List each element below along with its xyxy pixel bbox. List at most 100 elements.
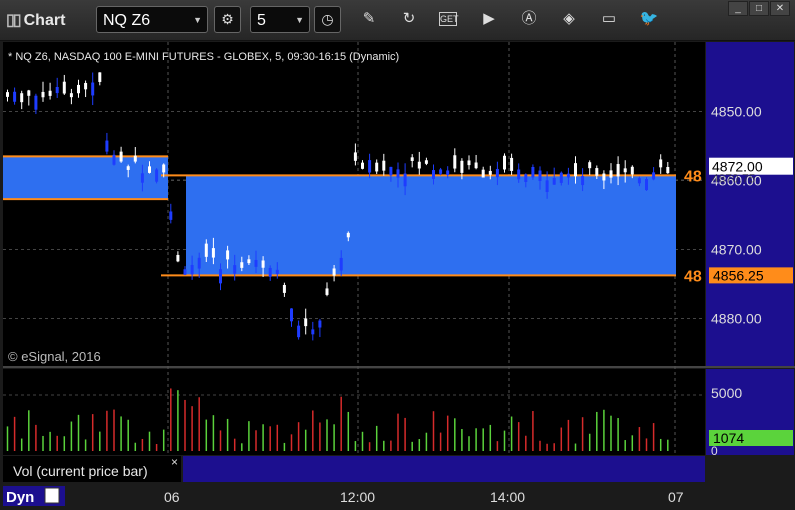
candle-body[interactable] [169,211,173,220]
candle-body[interactable] [488,170,492,175]
candle-body[interactable] [403,173,407,187]
candle-body[interactable] [304,318,308,327]
candle-body[interactable] [510,157,514,171]
candle-body[interactable] [91,82,95,96]
candle-body[interactable] [481,169,485,178]
candle-body[interactable] [439,169,443,174]
candle-body[interactable] [417,161,421,169]
supply-zone-2[interactable] [186,175,676,276]
candle-body[interactable] [77,84,80,94]
candle-body[interactable] [609,170,613,178]
candle-body[interactable] [275,269,279,274]
candle-body[interactable] [211,248,215,258]
candle-body[interactable] [623,168,627,173]
candle-body[interactable] [389,166,393,176]
candle-body[interactable] [446,170,450,176]
candle-body[interactable] [41,91,45,98]
candle-body[interactable] [659,159,663,168]
candle-body[interactable] [602,173,606,181]
candle-body[interactable] [247,259,251,264]
candle-body[interactable] [84,82,88,90]
candle-body[interactable] [219,269,222,284]
candle-body[interactable] [105,140,109,152]
candle-body[interactable] [148,166,151,173]
lock-icon[interactable] [44,487,60,504]
candle-body[interactable] [311,329,315,335]
candle-body[interactable] [133,155,137,162]
candle-body[interactable] [98,72,102,82]
candle-body[interactable] [346,232,350,238]
candle-body[interactable] [453,155,457,169]
candle-body[interactable] [6,92,9,97]
candle-body[interactable] [574,163,577,177]
candle-body[interactable] [55,86,59,94]
candle-body[interactable] [375,162,379,172]
candle-body[interactable] [48,90,52,96]
candle-body[interactable] [566,173,570,178]
candle-body[interactable] [233,265,237,274]
candle-body[interactable] [432,170,435,179]
candle-body[interactable] [197,257,201,269]
candle-body[interactable] [595,168,599,176]
candle-body[interactable] [325,288,329,295]
candle-body[interactable] [155,169,159,182]
candle-body[interactable] [538,170,542,181]
candle-body[interactable] [368,160,372,173]
candle-body[interactable] [581,176,585,186]
candle-body[interactable] [339,257,343,271]
candle-body[interactable] [531,166,535,178]
candle-body[interactable] [630,166,634,175]
candle-body[interactable] [290,308,293,322]
candle-body[interactable] [517,169,521,180]
candle-body[interactable] [204,243,208,257]
candle-body[interactable] [652,172,656,180]
candle-body[interactable] [410,157,414,161]
candle-body[interactable] [282,284,286,293]
candle-body[interactable] [140,173,144,183]
candle-body[interactable] [616,164,620,177]
candle-body[interactable] [20,93,24,103]
candle-body[interactable] [162,164,166,173]
candle-body[interactable] [353,152,357,161]
chart-canvas[interactable]: 4880.004870.004860.004850.00* NQ Z6, NAS… [0,0,795,510]
candle-body[interactable] [524,174,528,182]
candle-body[interactable] [318,320,322,328]
candle-body[interactable] [34,95,38,110]
close-icon[interactable]: × [171,455,178,469]
candle-body[interactable] [119,151,123,162]
candle-body[interactable] [254,259,258,267]
candle-body[interactable] [645,179,648,191]
candle-body[interactable] [460,160,464,173]
candle-body[interactable] [176,254,180,262]
candle-body[interactable] [666,166,670,174]
candle-body[interactable] [382,160,386,171]
candle-body[interactable] [588,162,592,169]
volume-panel[interactable] [3,369,705,455]
candle-body[interactable] [112,154,116,165]
candle-body[interactable] [637,178,641,184]
candle-body[interactable] [261,260,265,268]
candle-body[interactable] [126,166,130,170]
candle-body[interactable] [190,264,194,275]
candle-body[interactable] [27,90,31,96]
candle-body[interactable] [332,268,336,276]
candle-body[interactable] [69,93,73,98]
candle-body[interactable] [545,180,549,193]
candle-body[interactable] [559,172,563,183]
candle-body[interactable] [503,155,506,170]
candle-body[interactable] [240,262,244,268]
candle-body[interactable] [13,91,17,102]
candle-body[interactable] [62,81,66,94]
candle-body[interactable] [552,177,556,185]
candle-body[interactable] [424,160,428,164]
candle-body[interactable] [226,250,230,260]
candle-body[interactable] [297,325,301,338]
candle-body[interactable] [268,267,272,277]
candle-body[interactable] [474,162,478,169]
dyn-label[interactable]: Dyn [6,489,34,506]
candle-body[interactable] [183,269,187,275]
candle-body[interactable] [495,168,499,178]
candle-body[interactable] [396,169,400,178]
candle-body[interactable] [467,160,471,166]
candle-body[interactable] [361,162,364,169]
